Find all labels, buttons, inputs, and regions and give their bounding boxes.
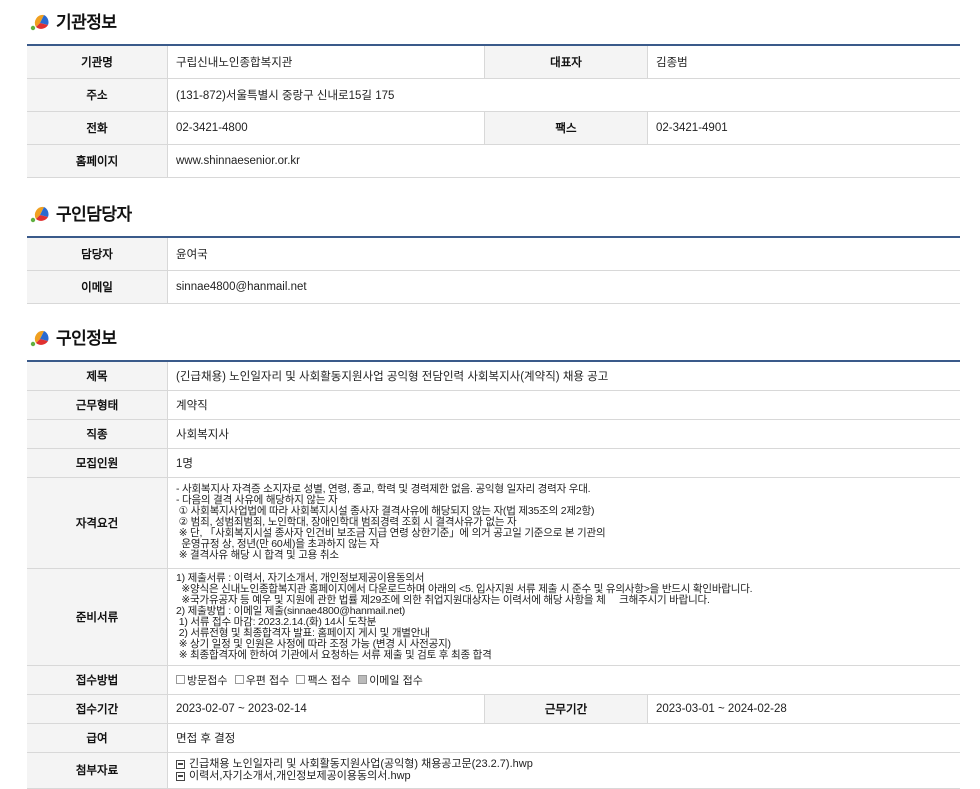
method-options: 방문접수 우편 접수 팩스 접수 이메일 접수 (167, 665, 960, 695)
email-link[interactable]: sinnae4800@hanmail.net (167, 270, 960, 304)
table-row: 준비서류 1) 제출서류 : 이력서, 자기소개서, 개인정보제공이용동의서 ※… (27, 568, 960, 666)
org-logo-icon (30, 11, 50, 31)
method-option: 팩스 접수 (296, 672, 351, 688)
work-period-label: 근무기간 (484, 694, 648, 724)
subject-value: (긴급채용) 노인일자리 및 사회활동지원사업 공익형 전담인력 사회복지사(계… (167, 361, 960, 391)
manager-label: 담당자 (27, 237, 168, 271)
table-row: 제목 (긴급채용) 노인일자리 및 사회활동지원사업 공익형 전담인력 사회복지… (27, 361, 960, 391)
file-icon (176, 771, 185, 781)
contact-table: 담당자 윤여국 이메일 sinnae4800@hanmail.net (27, 236, 960, 304)
fax-label: 팩스 (484, 111, 648, 145)
work-period-value: 2023-03-01 ~ 2024-02-28 (647, 694, 960, 724)
documents-value: 1) 제출서류 : 이력서, 자기소개서, 개인정보제공이용동의서 ※양식은 신… (167, 568, 960, 666)
section-heading: 구인정보 (56, 329, 117, 349)
table-row: 기관명 구립신내노인종합복지관 대표자 김종범 (27, 45, 960, 79)
documents-label: 준비서류 (27, 568, 168, 666)
checkbox-checked (358, 675, 368, 684)
attachment-link[interactable]: 긴급채용 노인일자리 및 사회활동지원사업(공익형) 채용공고문(23.2.7)… (176, 758, 952, 770)
section-heading: 구인담당자 (56, 205, 132, 225)
attachments-list: 긴급채용 노인일자리 및 사회활동지원사업(공익형) 채용공고문(23.2.7)… (167, 752, 960, 789)
manager-value: 윤여국 (167, 237, 960, 271)
headcount-value: 1명 (167, 448, 960, 478)
method-label: 접수방법 (27, 665, 168, 695)
method-option: 우편 접수 (234, 672, 290, 688)
homepage-label: 홈페이지 (27, 144, 168, 178)
qualification-label: 자격요건 (27, 477, 168, 569)
attachment-link[interactable]: 이력서,자기소개서,개인정보제공이용동의서.hwp (176, 770, 952, 782)
method-option-label: 이메일 접수 (369, 674, 423, 687)
worktype-label: 근무형태 (27, 390, 168, 420)
table-row: 이메일 sinnae4800@hanmail.net (27, 270, 960, 304)
period-label: 접수기간 (27, 694, 168, 724)
rep-value: 김종범 (647, 45, 960, 79)
addr-label: 주소 (27, 78, 168, 112)
section-title-contact: 구인담당자 (30, 200, 132, 225)
salary-label: 급여 (27, 723, 168, 753)
subject-label: 제목 (27, 361, 168, 391)
org-name-value: 구립신내노인종합복지관 (167, 45, 485, 79)
email-label: 이메일 (27, 270, 168, 304)
jobtype-value: 사회복지사 (167, 419, 960, 449)
tel-label: 전화 (27, 111, 168, 145)
org-info-table: 기관명 구립신내노인종합복지관 대표자 김종범 주소 (131-872)서울특별… (27, 44, 960, 178)
org-logo-icon (30, 327, 50, 347)
table-row: 접수기간 2023-02-07 ~ 2023-02-14 근무기간 2023-0… (27, 694, 960, 724)
rep-label: 대표자 (484, 45, 648, 79)
file-icon (176, 759, 185, 769)
table-row: 급여 면접 후 결정 (27, 723, 960, 753)
table-row: 모집인원 1명 (27, 448, 960, 478)
tel-value: 02-3421-4800 (167, 111, 485, 145)
qualification-value: - 사회복지사 자격증 소지자로 성별, 연령, 종교, 학력 및 경력제한 없… (167, 477, 960, 569)
salary-value: 면접 후 결정 (167, 723, 960, 753)
period-value: 2023-02-07 ~ 2023-02-14 (167, 694, 485, 724)
org-logo-icon (30, 203, 50, 223)
fax-value: 02-3421-4901 (647, 111, 960, 145)
homepage-link[interactable]: www.shinnaesenior.or.kr (167, 144, 960, 178)
attachment-name[interactable]: 긴급채용 노인일자리 및 사회활동지원사업(공익형) 채용공고문(23.2.7)… (189, 758, 533, 770)
table-row: 근무형태 계약직 (27, 390, 960, 420)
method-option-label: 방문접수 (187, 674, 228, 687)
attachment-name[interactable]: 이력서,자기소개서,개인정보제공이용동의서.hwp (189, 770, 411, 782)
method-option-label: 팩스 접수 (307, 674, 351, 687)
table-row: 주소 (131-872)서울특별시 중랑구 신내로15길 175 (27, 78, 960, 112)
table-row: 전화 02-3421-4800 팩스 02-3421-4901 (27, 111, 960, 145)
table-row: 첨부자료 긴급채용 노인일자리 및 사회활동지원사업(공익형) 채용공고문(23… (27, 752, 960, 789)
checkbox (176, 675, 185, 684)
table-row: 접수방법 방문접수 우편 접수 팩스 접수 이메일 접수 (27, 665, 960, 695)
section-heading: 기관정보 (56, 13, 117, 33)
method-option: 이메일 접수 (358, 672, 423, 688)
jobtype-label: 직종 (27, 419, 168, 449)
table-row: 담당자 윤여국 (27, 237, 960, 271)
headcount-label: 모집인원 (27, 448, 168, 478)
job-info-table: 제목 (긴급채용) 노인일자리 및 사회활동지원사업 공익형 전담인력 사회복지… (27, 360, 960, 789)
addr-value: (131-872)서울특별시 중랑구 신내로15길 175 (167, 78, 960, 112)
attachments-label: 첨부자료 (27, 752, 168, 789)
section-title-org: 기관정보 (30, 8, 117, 33)
checkbox (234, 675, 244, 684)
section-title-job: 구인정보 (30, 324, 117, 349)
checkbox (296, 675, 306, 684)
method-option: 방문접수 (176, 672, 227, 688)
table-row: 자격요건 - 사회복지사 자격증 소지자로 성별, 연령, 종교, 학력 및 경… (27, 477, 960, 569)
table-row: 홈페이지 www.shinnaesenior.or.kr (27, 144, 960, 178)
worktype-value: 계약직 (167, 390, 960, 420)
method-option-label: 우편 접수 (245, 674, 290, 687)
table-row: 직종 사회복지사 (27, 419, 960, 449)
org-name-label: 기관명 (27, 45, 168, 79)
